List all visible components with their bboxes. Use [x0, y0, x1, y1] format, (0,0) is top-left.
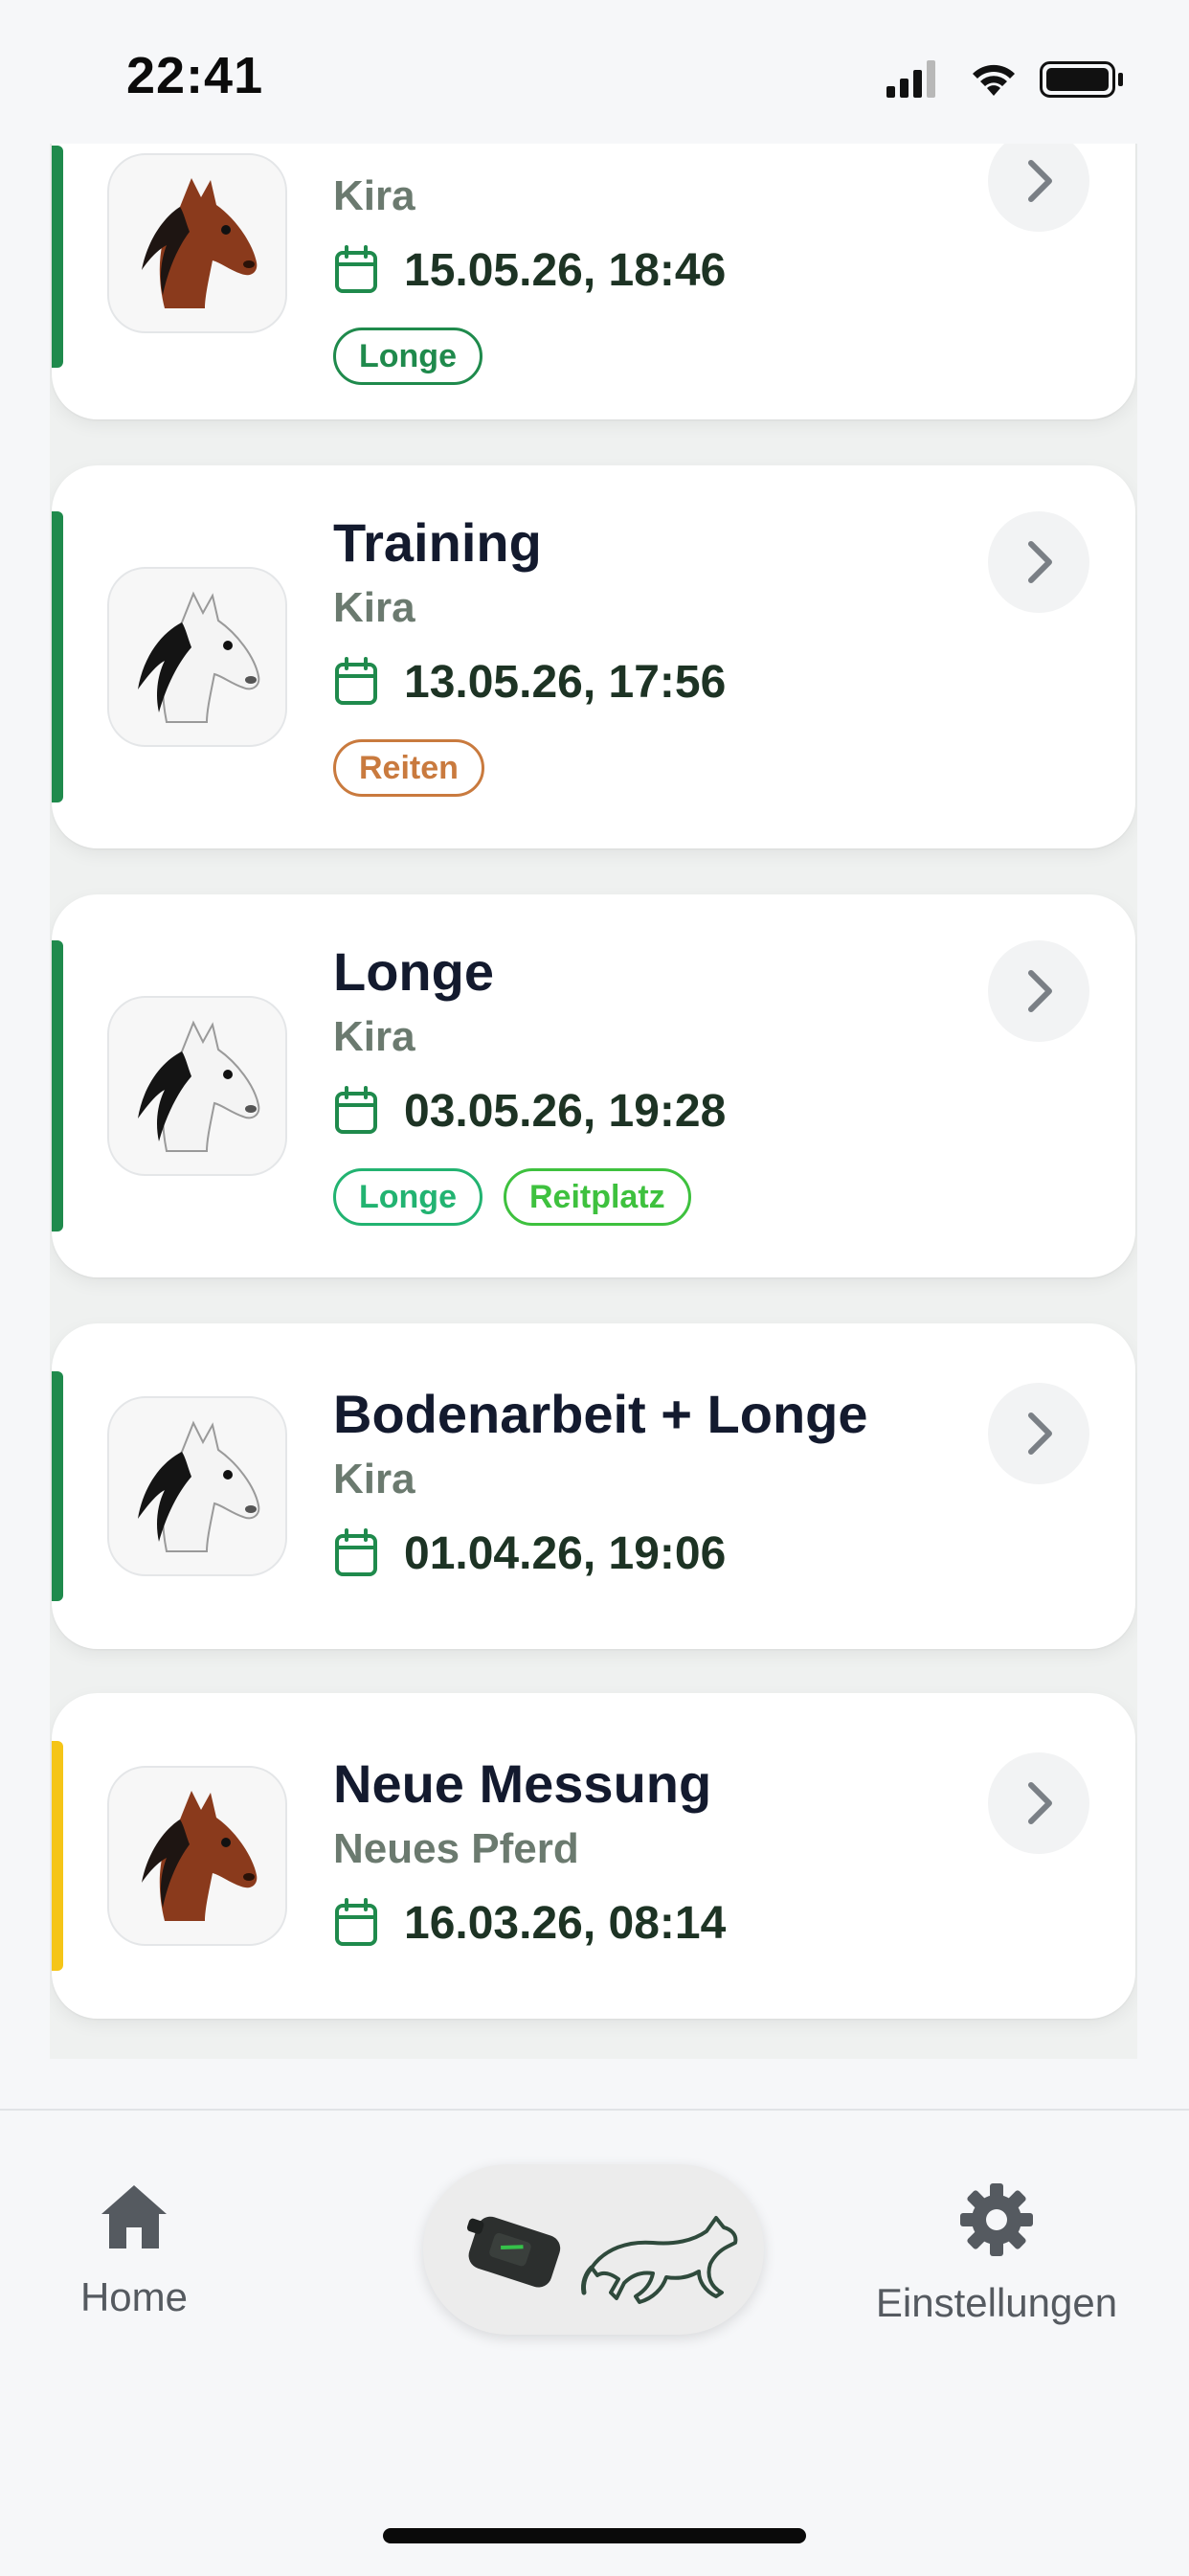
- tag-longe: Longe: [333, 328, 482, 385]
- sensor-horse-icon: [466, 2216, 738, 2304]
- session-card[interactable]: Training Kira 13.05.26, 17:56 Reiten: [52, 465, 1135, 848]
- gear-icon: [960, 2183, 1033, 2256]
- battery-icon: [1040, 61, 1123, 98]
- cellular-signal-icon: [886, 60, 935, 98]
- tag-longe: Longe: [333, 1168, 482, 1226]
- status-icons: [886, 60, 1123, 98]
- horse-avatar: [107, 1766, 287, 1946]
- home-indicator[interactable]: [383, 2528, 806, 2543]
- session-date-row: 16.03.26, 08:14: [333, 1894, 726, 1952]
- tag-reitplatz: Reitplatz: [503, 1168, 691, 1226]
- tab-settings[interactable]: Einstellungen: [858, 2181, 1135, 2326]
- status-accent: [52, 1741, 63, 1971]
- calendar-icon: [335, 1528, 377, 1576]
- session-card[interactable]: Neue Messung Neues Pferd 16.03.26, 08:14: [52, 1693, 1135, 2019]
- session-tags: Longe Reitplatz: [333, 1168, 691, 1226]
- session-card[interactable]: Longe Kira 03.05.26, 19:28 Longe Reitpla…: [52, 894, 1135, 1277]
- status-accent: [52, 511, 63, 802]
- session-date-row: 15.05.26, 18:46: [333, 241, 726, 299]
- session-date: 01.04.26, 19:06: [404, 1527, 727, 1579]
- session-tags: Reiten: [333, 739, 484, 797]
- session-card[interactable]: Bodenarbeit + Longe Kira 01.04.26, 19:06: [52, 1323, 1135, 1649]
- calendar-icon: [335, 657, 377, 705]
- status-accent: [52, 146, 63, 368]
- white-horse-icon: [138, 591, 260, 723]
- horse-name: Neues Pferd: [333, 1825, 579, 1872]
- horse-name: Kira: [333, 584, 415, 631]
- calendar-icon: [335, 245, 377, 293]
- white-horse-icon: [138, 1420, 260, 1552]
- horse-avatar: [107, 567, 287, 747]
- session-tags: Longe: [333, 328, 482, 385]
- chevron-right-icon: [1028, 1782, 1052, 1824]
- tab-home-label: Home: [79, 2274, 189, 2319]
- status-time: 22:41: [126, 47, 264, 104]
- tab-settings-label: Einstellungen: [875, 2280, 1118, 2325]
- horse-avatar: [107, 1396, 287, 1576]
- open-session-button[interactable]: [988, 144, 1089, 232]
- tag-reiten: Reiten: [333, 739, 484, 797]
- tab-home[interactable]: Home: [57, 2181, 211, 2320]
- open-session-button[interactable]: [988, 1383, 1089, 1484]
- chevron-right-icon: [1028, 970, 1052, 1012]
- brown-horse-icon: [142, 1791, 258, 1921]
- status-accent: [52, 940, 63, 1232]
- horse-avatar: [107, 996, 287, 1176]
- session-date: 03.05.26, 19:28: [404, 1085, 727, 1137]
- session-title: Neue Messung: [333, 1753, 712, 1814]
- session-date: 16.03.26, 08:14: [404, 1897, 727, 1949]
- session-list[interactable]: Kira 15.05.26, 18:46 Longe Training Kira…: [50, 144, 1137, 2059]
- horse-name: Kira: [333, 1013, 415, 1060]
- open-session-button[interactable]: [988, 511, 1089, 613]
- session-title: Training: [333, 512, 542, 573]
- open-session-button[interactable]: [988, 940, 1089, 1042]
- status-bar: 22:41: [0, 0, 1189, 144]
- horse-name: Kira: [333, 1456, 415, 1503]
- session-title: Bodenarbeit + Longe: [333, 1384, 868, 1444]
- session-card[interactable]: Kira 15.05.26, 18:46 Longe: [52, 144, 1135, 419]
- session-date-row: 13.05.26, 17:56: [333, 653, 726, 711]
- white-horse-icon: [138, 1020, 260, 1152]
- home-icon: [101, 2185, 167, 2248]
- calendar-icon: [335, 1898, 377, 1946]
- open-session-button[interactable]: [988, 1752, 1089, 1854]
- chevron-right-icon: [1028, 160, 1052, 202]
- session-date-row: 03.05.26, 19:28: [333, 1082, 726, 1140]
- wifi-icon: [973, 64, 1015, 96]
- session-date: 13.05.26, 17:56: [404, 656, 727, 708]
- tab-bar: Home Einstellungen: [0, 2109, 1189, 2576]
- session-date-row: 01.04.26, 19:06: [333, 1525, 726, 1582]
- device-connect-button[interactable]: [423, 2164, 764, 2335]
- brown-horse-icon: [142, 178, 258, 308]
- calendar-icon: [335, 1086, 377, 1134]
- session-title: Longe: [333, 941, 494, 1002]
- chevron-right-icon: [1028, 541, 1052, 583]
- horse-avatar: [107, 153, 287, 333]
- status-accent: [52, 1371, 63, 1601]
- session-date: 15.05.26, 18:46: [404, 244, 727, 296]
- chevron-right-icon: [1028, 1412, 1052, 1455]
- horse-name: Kira: [333, 172, 415, 219]
